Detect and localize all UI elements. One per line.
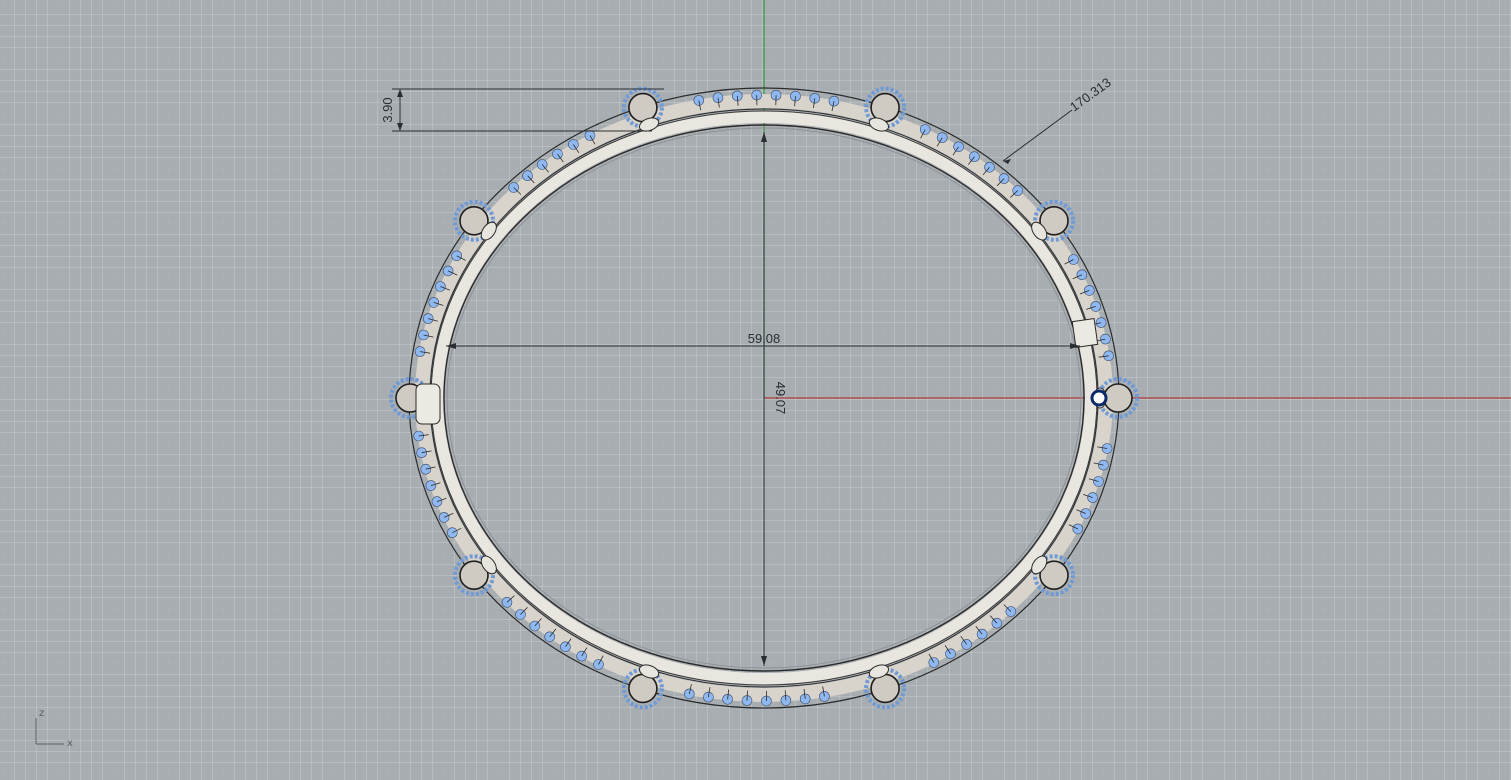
dimension-band-arrow-bottom <box>397 123 403 131</box>
axes-icon-x-label: x <box>67 738 73 749</box>
dimension-height-arrow-top <box>761 132 767 142</box>
snap-point-marker[interactable] <box>1090 389 1108 407</box>
dimension-width[interactable]: 59.08 <box>446 331 1080 349</box>
hinge-block-right <box>1071 318 1099 348</box>
world-axes-icon: z x <box>35 708 73 749</box>
prong-setting <box>870 92 900 123</box>
dimension-perimeter[interactable]: 170.313 <box>1002 75 1114 164</box>
prong-setting <box>870 673 900 704</box>
dimension-height[interactable]: 49.07 <box>761 132 788 666</box>
prong-setting <box>628 673 658 704</box>
dimension-height-label: 49.07 <box>773 382 788 415</box>
scene-svg[interactable]: 59.08 49.07 3.90 170.313 z x <box>0 0 1511 780</box>
dimension-perimeter-leader <box>1002 109 1073 162</box>
axes-icon-z-label: z <box>39 708 44 719</box>
dimension-perimeter-label: 170.313 <box>1067 75 1114 115</box>
clasp-block-left <box>415 383 441 425</box>
gallery-divider <box>746 690 748 701</box>
dimension-band-arrow-top <box>397 89 403 97</box>
viewport-canvas[interactable]: 59.08 49.07 3.90 170.313 z x <box>0 0 1511 780</box>
dimension-height-arrow-bottom <box>761 656 767 666</box>
prong-setting <box>628 92 658 123</box>
pave-stone <box>451 250 463 262</box>
dimension-band-label: 3.90 <box>380 97 395 122</box>
prong-setting <box>1103 383 1133 413</box>
